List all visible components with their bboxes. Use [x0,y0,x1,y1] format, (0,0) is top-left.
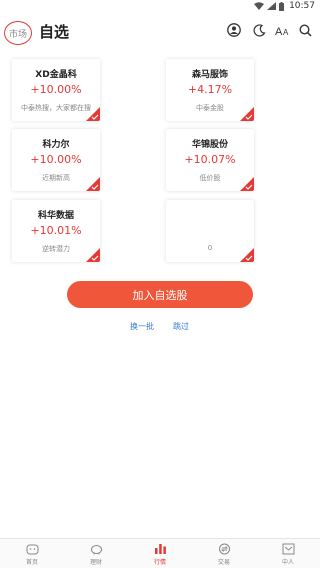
stock-card[interactable]: 科力尔 +10.00% 近期新高 [12,129,100,191]
profile-icon[interactable] [226,22,242,38]
check-icon [245,114,253,120]
stock-card-empty[interactable]: 0 [166,200,254,262]
stock-card[interactable]: 森马服饰 +4.17% 中泰金股 [166,59,254,121]
stock-card[interactable]: 华锦股份 +10.07% 低价股 [166,129,254,191]
signal-icon [267,2,277,10]
person-icon [282,543,294,555]
bar-chart-icon [154,544,166,554]
stock-name: 华锦股份 [191,140,228,150]
nav-item-wealth[interactable]: 理财 [64,539,128,568]
status-time: 10:57 [289,1,315,11]
stock-card[interactable]: 科华数据 +10.01% 逆转潜力 [12,200,100,262]
stock-name: XD金晶科 [35,70,77,80]
bottom-nav: 首页 理财 行情 交易 中人 [0,538,320,568]
skip-link[interactable]: 跳过 [173,321,189,332]
moon-icon[interactable] [251,22,267,38]
status-icons: 10:57 [254,1,315,11]
market-tab[interactable]: 市场 [4,21,32,45]
svg-text:A: A [283,28,289,37]
status-bar: 10:57 [0,0,320,14]
stock-change: +4.17% [187,83,233,96]
check-icon [91,114,99,120]
check-icon [245,184,253,190]
stock-card[interactable]: XD金晶科 +10.00% 中泰热搜，大家都在搜 [12,59,100,121]
add-to-watchlist-button[interactable]: 加入自选股 [67,281,253,308]
stock-name: 科力尔 [42,140,70,150]
nav-item-home[interactable]: 首页 [0,539,64,568]
font-size-icon[interactable]: AA [274,22,290,38]
nav-item-trade[interactable]: 交易 [192,539,256,568]
battery-icon [279,1,285,11]
check-icon [91,255,99,261]
page-title: 自选 [39,23,70,41]
nav-item-profile[interactable]: 中人 [256,539,320,568]
nav-label: 首页 [25,559,38,566]
stock-name: 森马服饰 [191,70,228,80]
stock-change: +10.00% [30,153,82,166]
search-icon[interactable] [297,22,313,38]
piggy-bank-icon [90,545,102,555]
wifi-icon [254,2,265,10]
header: 市场 自选 AA [0,14,320,52]
nav-label: 交易 [217,559,230,566]
check-icon [245,255,253,261]
nav-label: 中人 [281,559,294,566]
stock-change: +10.07% [184,153,236,166]
stock-change: +10.01% [30,224,82,237]
refresh-batch-link[interactable]: 换一批 [130,321,154,332]
nav-item-market[interactable]: 行情 [128,539,192,568]
home-icon [26,544,38,555]
stock-change: +10.00% [30,83,82,96]
stock-name: 科华数据 [37,211,74,221]
svg-text:A: A [275,26,283,37]
check-icon [91,184,99,190]
exchange-icon [218,543,230,555]
nav-label: 行情 [153,559,166,566]
nav-label: 理财 [89,559,102,566]
